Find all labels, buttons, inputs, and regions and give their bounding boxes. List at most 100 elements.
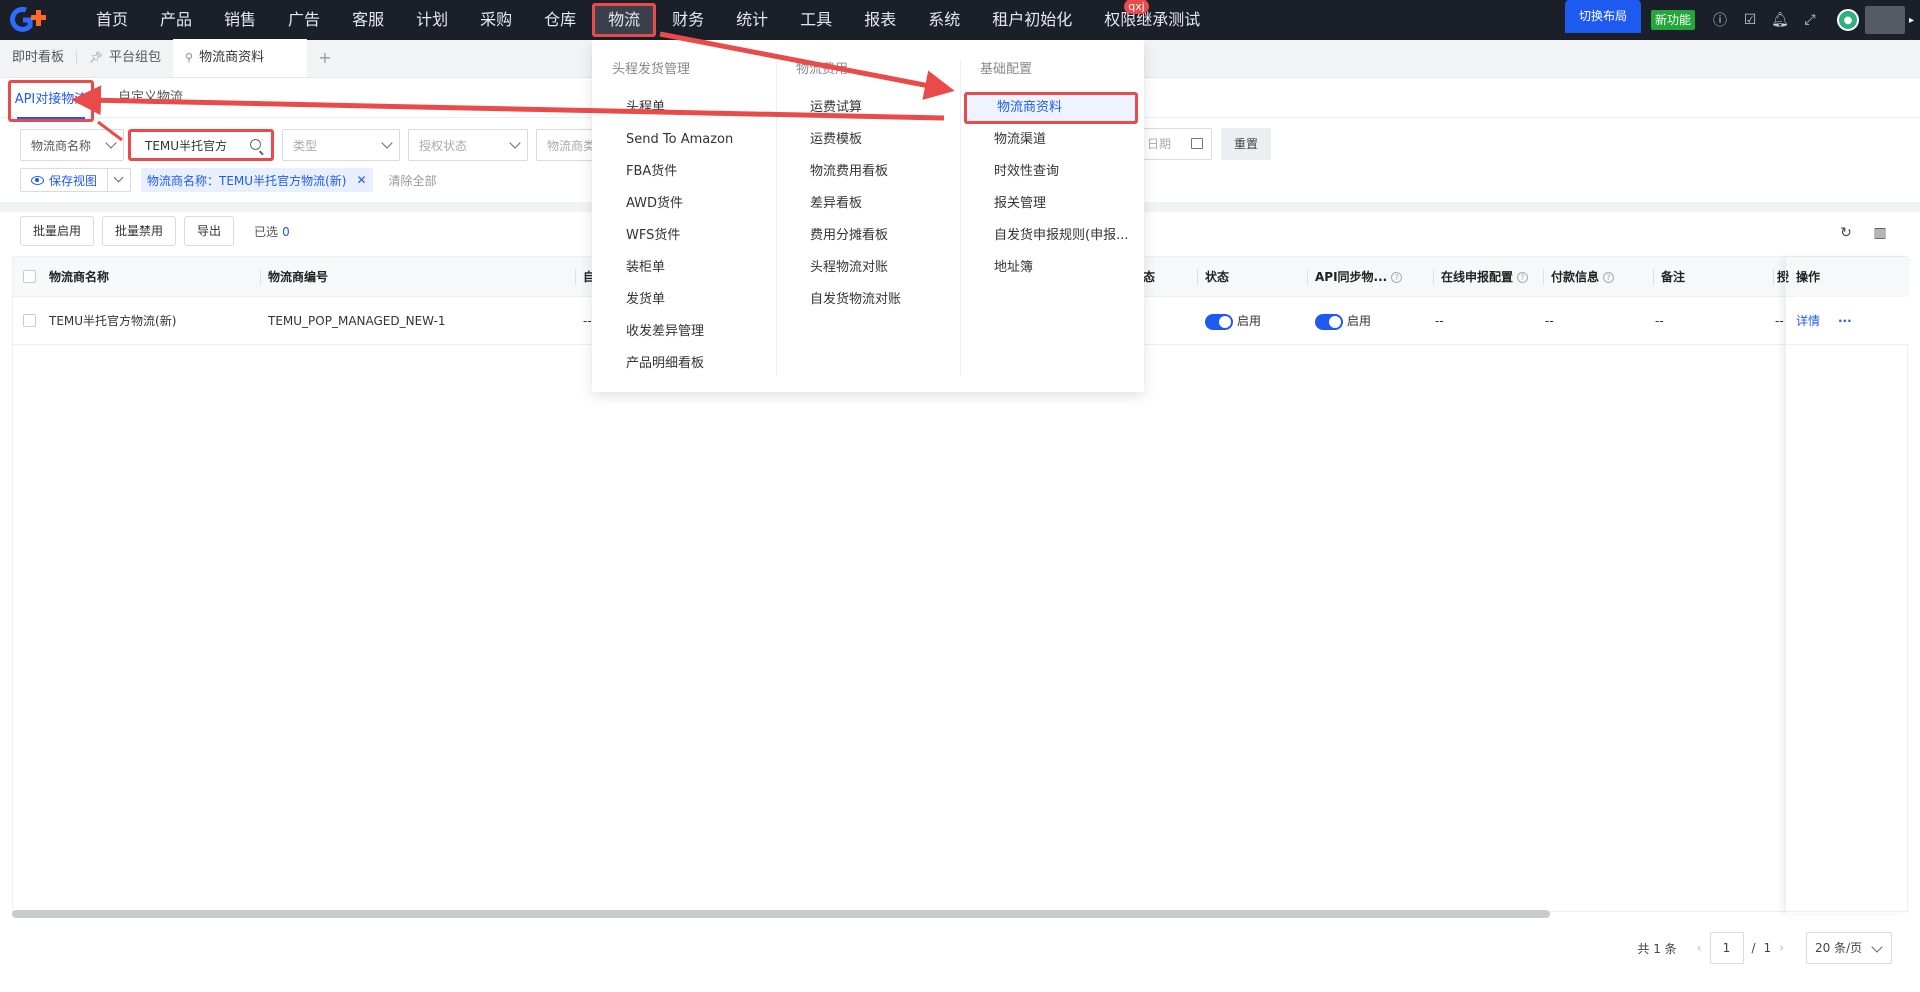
menu-item[interactable]: 运费试算 [796,92,901,124]
detail-link[interactable]: 详情 [1796,297,1820,345]
pagination: 共 1 条 ‹ 1 / 1 › 20 条/页 [1637,932,1892,964]
col-divider[interactable] [1197,269,1198,285]
tab-instant-board[interactable]: 即时看板 [0,39,76,77]
api-sync-toggle-label: 启用 [1347,314,1372,328]
menu-item[interactable]: Send To Amazon [612,124,733,156]
pin-outline-icon[interactable]: ⚲ [185,51,193,64]
nav-item-customer-service[interactable]: 客服 [336,3,400,37]
avatar[interactable]: ● [1836,9,1859,31]
subtab-custom-logistics[interactable]: 自定义物流 [118,78,183,118]
new-feature-badge[interactable]: 新功能 [1650,10,1695,30]
menu-item[interactable]: 差异看板 [796,188,901,220]
col-divider[interactable] [1307,269,1308,285]
nav-item-products[interactable]: 产品 [144,3,208,37]
tab-platform-pack[interactable]: 📌︎ 平台组包 [77,39,173,77]
col-divider[interactable] [260,269,261,285]
menu-item[interactable]: 装柜单 [612,252,733,284]
info-icon[interactable]: ⓘ [1705,0,1735,40]
page-size-select[interactable]: 20 条/页 [1806,932,1892,964]
switch-layout-button[interactable]: 切换布局 [1564,0,1641,33]
row-checkbox[interactable] [23,314,36,327]
menu-item[interactable]: 地址簿 [980,252,1138,284]
nav-item-tenant-init[interactable]: 租户初始化 [976,3,1088,37]
close-icon[interactable]: ✕ [356,173,366,187]
menu-item[interactable]: AWD货件 [612,188,733,220]
menu-item[interactable]: WFS货件 [612,220,733,252]
batch-disable-button[interactable]: 批量禁用 [102,216,177,246]
nav-item-statistics[interactable]: 统计 [720,3,784,37]
more-actions-icon[interactable]: ··· [1838,297,1852,345]
cell-auth: -- [1775,314,1784,328]
nav-item-plan[interactable]: 计划 [400,3,464,37]
nav-item-sales[interactable]: 销售 [208,3,272,37]
auth-status-select[interactable]: 授权状态 [408,129,528,161]
tab-carrier-profile[interactable]: ⚲ 物流商资料 [173,39,307,77]
pin-icon[interactable]: 📌︎ [89,51,103,64]
columns-icon[interactable]: ▥ [1870,223,1890,243]
menu-item[interactable]: 头程物流对账 [796,252,901,284]
menu-item[interactable]: 物流渠道 [980,124,1138,156]
bell-icon[interactable]: 🔔︎ [1765,0,1795,40]
page-input[interactable]: 1 [1709,932,1744,964]
menu-item[interactable]: 头程单 [612,92,733,124]
menu-item[interactable]: 物流费用看板 [796,156,901,188]
nav-item-ads[interactable]: 广告 [272,3,336,37]
col-divider[interactable] [1543,269,1544,285]
nav-item-permission-test[interactable]: 权限继承测试 qxj [1088,0,1216,37]
help-icon[interactable]: ? [1517,272,1529,283]
chevron-down-icon[interactable] [108,169,130,191]
status-toggle[interactable] [1205,313,1233,330]
menu-item[interactable]: FBA货件 [612,156,733,188]
task-check-icon[interactable]: ☑ [1735,0,1765,40]
nav-item-warehouse[interactable]: 仓库 [528,3,592,37]
menu-item[interactable]: 自发货申报规则(申报... [980,220,1138,252]
menu-item[interactable]: 时效性查询 [980,156,1138,188]
user-name-box[interactable] [1864,6,1905,34]
menu-item-carrier-profile[interactable]: 物流商资料 [964,92,1138,124]
help-icon[interactable]: ? [1603,272,1615,283]
search-input[interactable]: TEMU半托官方 [128,129,274,161]
nav-item-reports[interactable]: 报表 [848,3,912,37]
col-header-api-sync-label: API同步物... [1315,270,1388,284]
horizontal-scrollbar[interactable] [12,910,1550,918]
active-filter-chip: 物流商名称：TEMU半托官方物流(新) ✕ [141,168,373,192]
menu-item[interactable]: 发货单 [612,284,733,316]
batch-enable-button[interactable]: 批量启用 [20,216,95,246]
help-icon[interactable]: ? [1391,272,1403,283]
nav-item-system[interactable]: 系统 [912,3,976,37]
nav-item-logistics[interactable]: 物流 [592,3,657,37]
menu-item[interactable]: 自发货物流对账 [796,284,901,316]
menu-item[interactable]: 收发差异管理 [612,316,733,348]
menu-item[interactable]: 费用分摊看板 [796,220,901,252]
caret-right-icon[interactable]: ▸ [1909,15,1914,26]
next-page-icon[interactable]: › [1779,941,1784,955]
app-logo[interactable] [0,0,60,40]
nav-item-home[interactable]: 首页 [80,3,144,37]
nav-item-purchase[interactable]: 采购 [464,3,528,37]
col-divider[interactable] [1773,269,1774,285]
prev-page-icon[interactable]: ‹ [1697,941,1702,955]
api-sync-toggle[interactable] [1315,313,1343,330]
add-tab-button[interactable]: + [307,39,343,77]
type-select[interactable]: 类型 [282,129,400,161]
more-actions-label: ··· [1838,314,1852,328]
save-view-button[interactable]: 保存视图 [20,168,132,192]
clear-all-link[interactable]: 清除全部 [389,172,437,189]
menu-item[interactable]: 产品明细看板 [612,348,733,380]
col-divider[interactable] [1433,269,1434,285]
field-select[interactable]: 物流商名称 [20,129,124,161]
menu-item[interactable]: 运费模板 [796,124,901,156]
save-view-main[interactable]: 保存视图 [21,169,109,191]
reset-button[interactable]: 重置 [1221,128,1271,160]
col-divider[interactable] [575,269,576,285]
select-all-checkbox[interactable] [23,270,36,283]
export-button[interactable]: 导出 [184,216,235,246]
col-divider[interactable] [1653,269,1654,285]
search-icon[interactable] [250,139,261,150]
fullscreen-icon[interactable]: ⤢ [1795,0,1825,40]
refresh-icon[interactable]: ↻ [1836,223,1856,243]
subtab-api-logistics[interactable]: API对接物流 [8,80,94,122]
nav-item-tools[interactable]: 工具 [784,3,848,37]
nav-item-finance[interactable]: 财务 [656,3,720,37]
menu-item[interactable]: 报关管理 [980,188,1138,220]
